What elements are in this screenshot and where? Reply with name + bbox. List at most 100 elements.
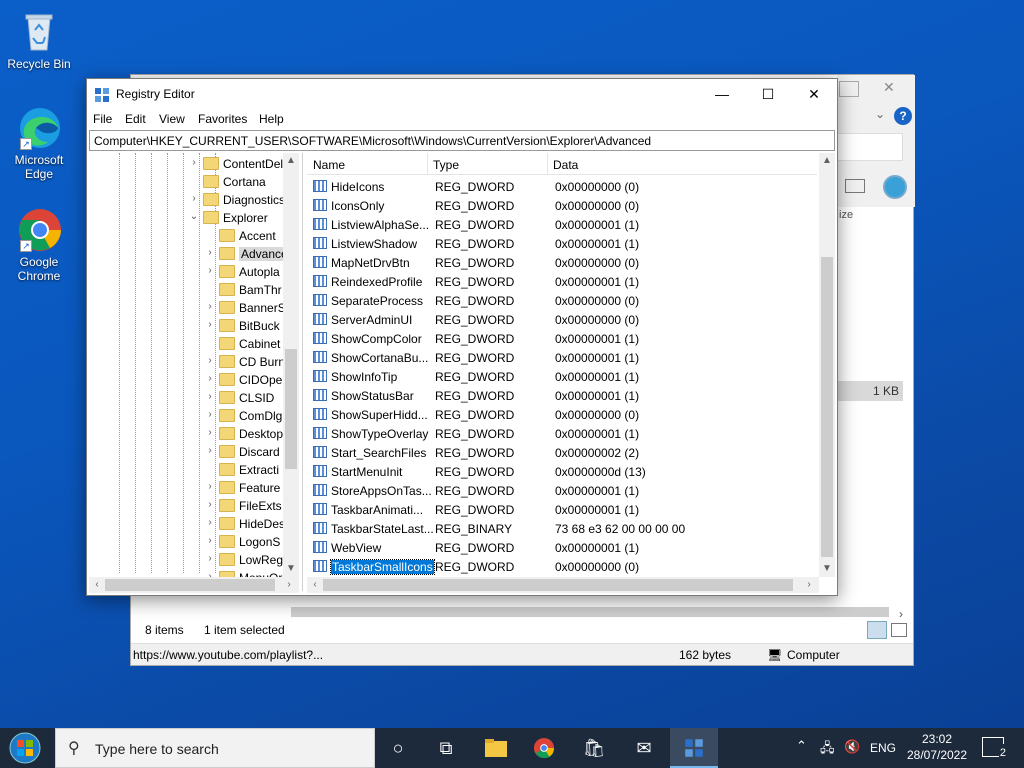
recycle-bin-desktop-icon[interactable]: Recycle Bin: [4, 8, 74, 71]
value-row[interactable]: HideIcons REG_DWORD 0x00000000 (0): [307, 177, 817, 196]
bg-selected-file-row[interactable]: 1 KB: [837, 381, 903, 401]
bg-maximize-icon[interactable]: [839, 81, 859, 97]
value-row[interactable]: SeparateProcess REG_DWORD 0x00000000 (0): [307, 291, 817, 310]
scroll-left-icon[interactable]: ‹: [307, 579, 323, 590]
tree-item[interactable]: › BitBuck: [89, 317, 289, 335]
maximize-button[interactable]: ☐: [745, 79, 791, 109]
value-row[interactable]: ListviewShadow REG_DWORD 0x00000001 (1): [307, 234, 817, 253]
titlebar[interactable]: Registry Editor — ☐ ✕: [87, 79, 837, 109]
value-row[interactable]: ShowCortanaBu... REG_DWORD 0x00000001 (1): [307, 348, 817, 367]
tree-item[interactable]: BamThr: [89, 281, 289, 299]
scroll-right-icon[interactable]: ›: [801, 579, 817, 590]
bg-search-box[interactable]: [837, 133, 903, 161]
tree-item[interactable]: › CLSID: [89, 389, 289, 407]
scroll-up-icon[interactable]: ▲: [283, 155, 299, 166]
store-taskbar-button[interactable]: 🛍: [570, 728, 618, 768]
expand-chevron-icon[interactable]: ›: [205, 319, 215, 330]
bg-close-icon[interactable]: ✕: [883, 79, 895, 96]
chevron-up-icon[interactable]: ⌃: [796, 738, 807, 768]
details-view-icon[interactable]: [867, 621, 887, 639]
tree-item[interactable]: › ComDlg: [89, 407, 289, 425]
help-icon[interactable]: ?: [894, 107, 912, 125]
expand-chevron-icon[interactable]: ›: [205, 517, 215, 528]
expand-chevron-icon[interactable]: ›: [205, 373, 215, 384]
value-row[interactable]: ReindexedProfile REG_DWORD 0x00000001 (1): [307, 272, 817, 291]
menu-favorites[interactable]: Favorites: [198, 112, 247, 126]
tree-item[interactable]: › LogonS: [89, 533, 289, 551]
scroll-down-icon[interactable]: ▼: [819, 563, 835, 574]
tree-item[interactable]: › CIDOpe: [89, 371, 289, 389]
chrome-taskbar-button[interactable]: [520, 728, 568, 768]
values-list[interactable]: Name Type Data HideIcons REG_DWORD 0x00000…: [307, 153, 837, 591]
tree-item[interactable]: › HideDes: [89, 515, 289, 533]
registry-editor-window[interactable]: Registry Editor — ☐ ✕ File Edit View Fav…: [86, 78, 838, 596]
tree-item[interactable]: › Feature: [89, 479, 289, 497]
value-row[interactable]: ListviewAlphaSe... REG_DWORD 0x00000001 (1…: [307, 215, 817, 234]
menu-view[interactable]: View: [159, 112, 185, 126]
expand-chevron-icon[interactable]: ›: [205, 301, 215, 312]
scroll-down-icon[interactable]: ▼: [283, 563, 299, 574]
tree-item[interactable]: › ContentDel: [89, 155, 289, 173]
tree-item[interactable]: › Discard: [89, 443, 289, 461]
volume-muted-icon[interactable]: 🔇: [844, 739, 860, 768]
bg-chevron-down-icon[interactable]: ⌄: [875, 107, 885, 121]
tree-item[interactable]: › Advance: [89, 245, 290, 263]
tree-item[interactable]: Extracti: [89, 461, 289, 479]
value-row[interactable]: TaskbarAnimati... REG_DWORD 0x00000001 (1): [307, 500, 817, 519]
file-explorer-taskbar-button[interactable]: [472, 728, 520, 768]
bg-size-column-header[interactable]: ize: [839, 209, 853, 221]
column-data[interactable]: Data: [553, 158, 578, 172]
start-button[interactable]: [0, 728, 54, 768]
menu-edit[interactable]: Edit: [125, 112, 146, 126]
expand-chevron-icon[interactable]: ›: [205, 247, 215, 258]
expand-chevron-icon[interactable]: ›: [205, 409, 215, 420]
list-vscroll-thumb[interactable]: [821, 257, 833, 557]
scroll-up-icon[interactable]: ▲: [819, 155, 835, 166]
tree-vscrollbar[interactable]: ▲ ▼: [283, 153, 299, 577]
expand-chevron-icon[interactable]: ›: [205, 445, 215, 456]
tree-item[interactable]: Cabinet: [89, 335, 289, 353]
list-vscrollbar[interactable]: ▲ ▼: [819, 153, 835, 577]
value-row[interactable]: ShowCompColor REG_DWORD 0x00000001 (1): [307, 329, 817, 348]
value-row[interactable]: Start_SearchFiles REG_DWORD 0x00000002 (2): [307, 443, 817, 462]
value-row[interactable]: ShowInfoTip REG_DWORD 0x00000001 (1): [307, 367, 817, 386]
expanded-chevron-icon[interactable]: ⌄: [189, 211, 199, 222]
address-bar[interactable]: Computer\HKEY_CURRENT_USER\SOFTWARE\Micr…: [89, 130, 835, 151]
expand-chevron-icon[interactable]: ›: [205, 265, 215, 276]
tree-item[interactable]: › FileExts: [89, 497, 289, 515]
expand-chevron-icon[interactable]: ›: [205, 499, 215, 510]
key-tree[interactable]: › ContentDel Cortana › Diagnostics ⌄ Explorer A…: [89, 153, 303, 591]
value-row[interactable]: ShowTypeOverlay REG_DWORD 0x00000001 (1): [307, 424, 817, 443]
taskbar-search-box[interactable]: ⚲ Type here to search: [55, 728, 375, 768]
tree-item[interactable]: › BannerS: [89, 299, 289, 317]
value-row[interactable]: StartMenuInit REG_DWORD 0x0000000d (13): [307, 462, 817, 481]
close-button[interactable]: ✕: [791, 79, 837, 109]
tree-vscroll-thumb[interactable]: [285, 349, 297, 469]
value-row[interactable]: MapNetDrvBtn REG_DWORD 0x00000000 (0): [307, 253, 817, 272]
tree-item[interactable]: ⌄ Explorer: [89, 209, 289, 227]
value-row[interactable]: TaskbarStateLast... REG_BINARY 73 68 e3 62…: [307, 519, 817, 538]
value-row[interactable]: WebView REG_DWORD 0x00000001 (1): [307, 538, 817, 557]
expand-chevron-icon[interactable]: ›: [205, 391, 215, 402]
large-icons-view-icon[interactable]: [891, 623, 907, 637]
column-type[interactable]: Type: [433, 158, 459, 172]
scroll-right-icon[interactable]: ›: [281, 579, 297, 590]
expand-chevron-icon[interactable]: ›: [205, 355, 215, 366]
scroll-left-icon[interactable]: ‹: [89, 579, 105, 590]
network-icon[interactable]: 🖧: [820, 739, 835, 768]
language-indicator[interactable]: ENG: [870, 741, 896, 768]
tree-item[interactable]: Accent: [89, 227, 289, 245]
value-row[interactable]: ShowStatusBar REG_DWORD 0x00000001 (1): [307, 386, 817, 405]
bg-preview-pane-icon[interactable]: [845, 179, 865, 193]
value-row[interactable]: IconsOnly REG_DWORD 0x00000000 (0): [307, 196, 817, 215]
value-row[interactable]: TaskbarSmallIcons REG_DWORD 0x00000000 (0): [307, 557, 817, 576]
value-row[interactable]: ShowSuperHidd... REG_DWORD 0x00000000 (0): [307, 405, 817, 424]
tree-item[interactable]: › LowReg: [89, 551, 289, 569]
value-row[interactable]: ServerAdminUI REG_DWORD 0x00000000 (0): [307, 310, 817, 329]
expand-chevron-icon[interactable]: ›: [205, 427, 215, 438]
clock[interactable]: 23:02 28/07/2022: [906, 732, 968, 768]
column-separator[interactable]: [547, 153, 548, 175]
tree-item[interactable]: › Autopla: [89, 263, 289, 281]
minimize-button[interactable]: —: [699, 79, 745, 109]
mail-taskbar-button[interactable]: ✉: [620, 728, 668, 768]
